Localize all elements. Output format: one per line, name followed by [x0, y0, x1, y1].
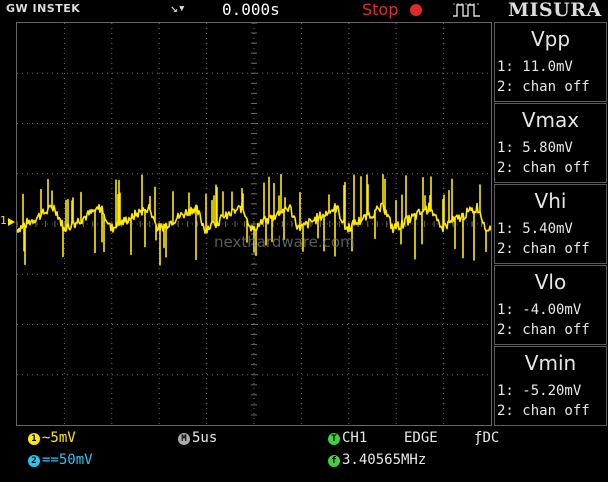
measurement-vhi[interactable]: Vhi 1: 5.40mV 2: chan off [494, 184, 607, 264]
measurement-vmax[interactable]: Vmax 1: 5.80mV 2: chan off [494, 103, 607, 183]
bottom-status-bar: 1 ~5mV 2 ==50mV M 5us T CH1 EDGE ƒDC f 3.4056… [0, 426, 608, 482]
waveform-display [16, 22, 492, 426]
measurement-ch1-value: 1: 11.0mV [497, 59, 573, 75]
top-status-bar: GW INSTEK ↘▾ 0.000s Stop MISURA [0, 0, 608, 22]
timebase-badge-icon: M [178, 433, 190, 445]
channel1-scale-value: ~5mV [42, 430, 76, 446]
frequency-counter: f 3.40565MHz [328, 452, 426, 468]
measurement-title: Vmax [521, 108, 580, 132]
trigger-type[interactable]: EDGE [404, 430, 438, 446]
measurement-ch1-value: 1: -5.20mV [497, 383, 582, 399]
measurement-vmin[interactable]: Vmin 1: -5.20mV 2: chan off [494, 346, 607, 426]
timebase-scale[interactable]: M 5us [178, 430, 217, 446]
measurement-title: Vmin [524, 351, 577, 375]
measurement-ch2-value: 2: chan off [497, 322, 590, 338]
measurement-panel: Vpp 1: 11.0mV 2: chan off Vmax 1: 5.80mV… [494, 22, 608, 426]
channel1-badge-icon: 1 [28, 433, 40, 445]
run-stop-status[interactable]: Stop [362, 0, 398, 19]
misura-label: MISURA [508, 0, 602, 21]
measurement-ch2-value: 2: chan off [497, 241, 590, 257]
measurement-vpp[interactable]: Vpp 1: 11.0mV 2: chan off [494, 22, 607, 102]
measurement-ch2-value: 2: chan off [497, 79, 590, 95]
channel1-arrow-icon [8, 218, 15, 226]
measurement-title: Vhi [534, 189, 567, 213]
brand-logo: GW INSTEK [6, 2, 81, 15]
channel2-scale-value: ==50mV [42, 452, 93, 468]
trigger-coupling[interactable]: ƒDC [474, 430, 499, 446]
waveform-plot [16, 22, 492, 425]
measurement-ch2-value: 2: chan off [497, 403, 590, 419]
stop-indicator-icon [410, 4, 422, 16]
timebase-value: 5us [192, 430, 218, 446]
trigger-coupling-value: DC [482, 430, 500, 446]
measurement-ch1-value: 1: 5.40mV [497, 221, 573, 237]
trigger-slope-icon: ↘▾ [170, 1, 186, 16]
graticule-grid [16, 22, 491, 425]
measurement-title: Vlo [534, 270, 567, 294]
trigger-mode-icon [453, 3, 480, 17]
measurement-vlo[interactable]: Vlo 1: -4.00mV 2: chan off [494, 265, 607, 345]
channel1-scale[interactable]: 1 ~5mV [28, 430, 76, 446]
trigger-source-value: CH1 [342, 430, 368, 446]
measurement-title: Vpp [530, 27, 571, 51]
measurement-ch1-value: 1: -4.00mV [497, 302, 582, 318]
channel1-ground-marker: 1 [0, 214, 7, 227]
trigger-time-readout: 0.000s [222, 0, 280, 19]
measurement-ch2-value: 2: chan off [497, 160, 590, 176]
measurement-ch1-value: 1: 5.80mV [497, 140, 573, 156]
channel2-badge-icon: 2 [28, 455, 40, 467]
trigger-badge-icon: T [328, 433, 340, 445]
channel2-scale[interactable]: 2 ==50mV [28, 452, 93, 468]
watermark-text: nexthardware.com [214, 233, 355, 251]
frequency-badge-icon: f [328, 455, 340, 467]
frequency-value: 3.40565MHz [342, 452, 427, 468]
trigger-source[interactable]: T CH1 [328, 430, 367, 446]
